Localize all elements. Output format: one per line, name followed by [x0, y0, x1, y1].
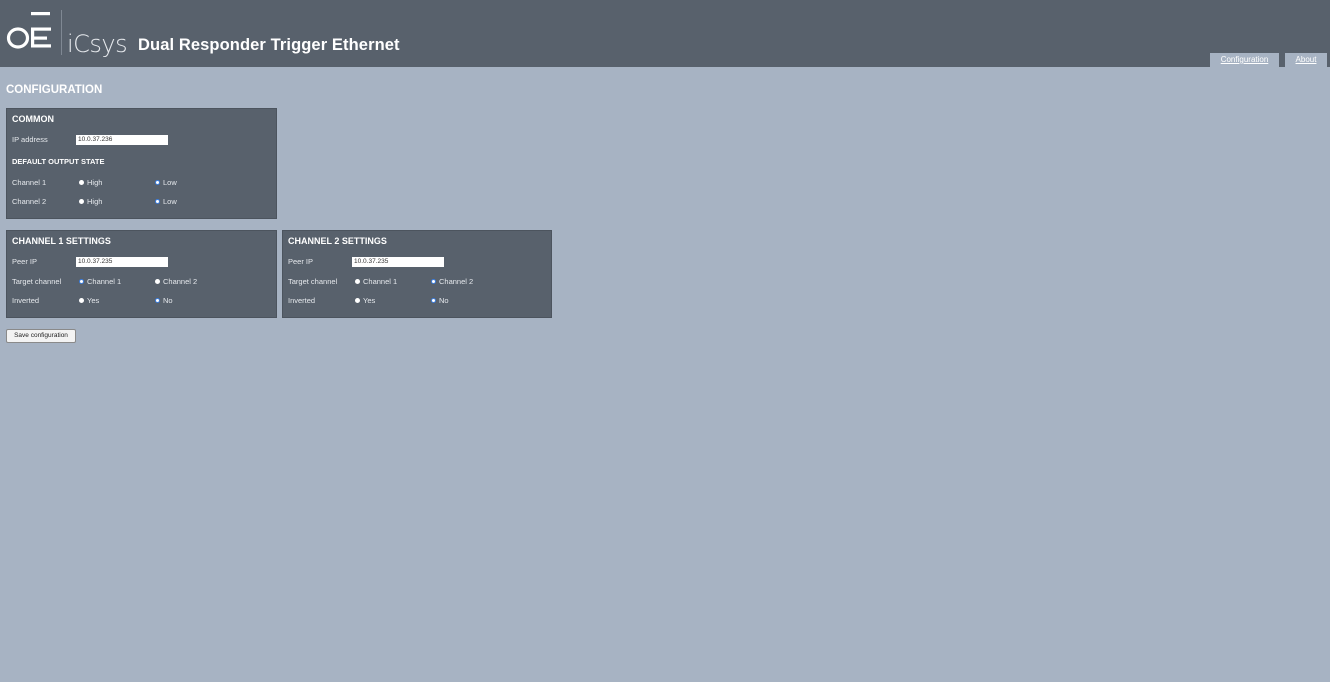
- inverted-label: Inverted: [288, 296, 316, 305]
- app-title: Dual Responder Trigger Ethernet: [138, 36, 400, 54]
- channel1-inverted-no-radio[interactable]: No: [155, 296, 173, 305]
- inverted-label: Inverted: [12, 296, 40, 305]
- channel2-high-radio[interactable]: High: [79, 197, 102, 206]
- radio-label: Channel 1: [87, 277, 122, 286]
- radio-label: Channel 2: [439, 277, 474, 286]
- radio-label: No: [163, 296, 173, 305]
- peer-ip-label: Peer IP: [288, 257, 314, 266]
- ip-address-label: IP address: [12, 135, 48, 144]
- radio-unchecked-icon: [79, 298, 84, 303]
- brand-name: iCsys: [67, 30, 128, 58]
- radio-label: Low: [163, 197, 177, 206]
- logo-divider: [61, 10, 62, 55]
- channel2-settings-panel: CHANNEL 2 SETTINGS Peer IP Target channe…: [282, 230, 552, 318]
- channel1-peer-ip-input[interactable]: [76, 257, 168, 267]
- default-output-heading: DEFAULT OUTPUT STATE: [12, 157, 105, 166]
- radio-label: Yes: [363, 296, 376, 305]
- radio-unchecked-icon: [155, 279, 160, 284]
- radio-unchecked-icon: [355, 279, 360, 284]
- channel2-inverted-no-radio[interactable]: No: [431, 296, 449, 305]
- channel1-inverted-yes-radio[interactable]: Yes: [79, 296, 99, 305]
- channel2-target-ch2-radio[interactable]: Channel 2: [431, 277, 473, 286]
- radio-label: Channel 1: [363, 277, 398, 286]
- radio-unchecked-icon: [79, 199, 84, 204]
- radio-label: High: [87, 197, 103, 206]
- radio-checked-icon: [155, 298, 160, 303]
- channel2-label: Channel 2: [12, 197, 47, 206]
- channel1-low-radio[interactable]: Low: [155, 178, 177, 187]
- radio-checked-icon: [155, 199, 160, 204]
- radio-label: Yes: [87, 296, 100, 305]
- channel1-target-ch1-radio[interactable]: Channel 1: [79, 277, 121, 286]
- radio-label: High: [87, 178, 103, 187]
- peer-ip-label: Peer IP: [12, 257, 38, 266]
- channel2-target-ch1-radio[interactable]: Channel 1: [355, 277, 397, 286]
- channel2-peer-ip-input[interactable]: [352, 257, 444, 267]
- radio-unchecked-icon: [355, 298, 360, 303]
- common-heading: COMMON: [12, 114, 54, 124]
- radio-checked-icon: [431, 279, 436, 284]
- tab-about[interactable]: About: [1285, 53, 1327, 67]
- radio-checked-icon: [79, 279, 84, 284]
- radio-label: Channel 2: [163, 277, 198, 286]
- channel1-target-ch2-radio[interactable]: Channel 2: [155, 277, 197, 286]
- target-channel-label: Target channel: [12, 277, 62, 286]
- tab-configuration[interactable]: Configuration: [1210, 53, 1279, 67]
- channel1-high-radio[interactable]: High: [79, 178, 102, 187]
- radio-unchecked-icon: [79, 180, 84, 185]
- channel1-settings-heading: CHANNEL 1 SETTINGS: [12, 236, 111, 246]
- radio-label: Low: [163, 178, 177, 187]
- channel2-inverted-yes-radio[interactable]: Yes: [355, 296, 375, 305]
- channel2-low-radio[interactable]: Low: [155, 197, 177, 206]
- radio-checked-icon: [155, 180, 160, 185]
- radio-checked-icon: [431, 298, 436, 303]
- header-bar: iCsys Dual Responder Trigger Ethernet Co…: [0, 0, 1330, 67]
- channel1-label: Channel 1: [12, 178, 47, 187]
- target-channel-label: Target channel: [288, 277, 338, 286]
- save-configuration-button[interactable]: Save configuration: [6, 329, 76, 343]
- ip-address-input[interactable]: [76, 135, 168, 145]
- oe-logo-icon: [6, 12, 51, 49]
- channel1-settings-panel: CHANNEL 1 SETTINGS Peer IP Target channe…: [6, 230, 277, 318]
- radio-label: No: [439, 296, 449, 305]
- common-panel: COMMON IP address DEFAULT OUTPUT STATE C…: [6, 108, 277, 219]
- page-title: CONFIGURATION: [6, 84, 103, 96]
- channel2-settings-heading: CHANNEL 2 SETTINGS: [288, 236, 387, 246]
